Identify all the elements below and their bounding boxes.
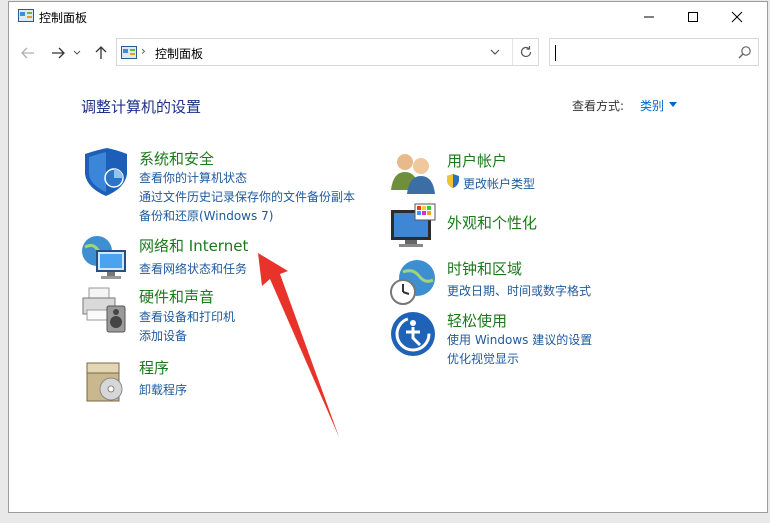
title-bar: 控制面板 [9, 2, 767, 32]
category-system-security: 系统和安全 查看你的计算机状态 通过文件历史记录保存你的文件备份副本 备份和还原… [81, 148, 401, 228]
view-by-label: 查看方式: [572, 99, 625, 113]
back-button[interactable] [19, 44, 37, 62]
category-title-network-internet[interactable]: 网络和 Internet [139, 235, 248, 256]
category-programs: 程序 卸载程序 [81, 357, 401, 407]
view-by-dropdown[interactable]: 类别 [640, 97, 664, 114]
category-title-programs[interactable]: 程序 [139, 357, 169, 378]
window-title: 控制面板 [39, 11, 88, 25]
recent-locations-button[interactable] [72, 44, 82, 62]
search-icon[interactable] [738, 45, 752, 59]
navigation-bar: › 控制面板 [9, 36, 767, 68]
control-panel-icon [18, 9, 34, 22]
up-arrow-icon [95, 46, 107, 59]
close-icon [731, 11, 743, 23]
link-backup-restore[interactable]: 备份和还原(Windows 7) [139, 207, 273, 224]
breadcrumb-chevron-icon[interactable]: › [141, 44, 146, 58]
chevron-down-icon [490, 49, 500, 55]
category-appearance-personalization: 外观和个性化 [389, 202, 729, 252]
text-caret [555, 45, 556, 61]
search-input[interactable] [549, 38, 759, 66]
uac-shield-icon [447, 174, 459, 188]
shield-icon[interactable] [81, 148, 129, 196]
category-title-system-security[interactable]: 系统和安全 [139, 148, 214, 169]
link-file-history-backup[interactable]: 通过文件历史记录保存你的文件备份副本 [139, 188, 355, 205]
network-globe-icon[interactable] [81, 235, 129, 283]
link-change-date-time-format[interactable]: 更改日期、时间或数字格式 [447, 282, 591, 299]
clock-globe-icon[interactable] [389, 258, 437, 306]
control-panel-window: 控制面板 › 控制面板 调整计算机的设置 查看方式: 类别 系统和安全 查看你的… [8, 1, 768, 513]
link-recommended-settings[interactable]: 使用 Windows 建议的设置 [447, 331, 592, 348]
category-user-accounts: 用户帐户 更改帐户类型 [389, 150, 729, 195]
forward-arrow-icon [52, 47, 65, 59]
back-arrow-icon [21, 47, 34, 59]
monitor-palette-icon[interactable] [389, 202, 437, 250]
address-dropdown-button[interactable] [484, 39, 506, 65]
link-view-computer-status[interactable]: 查看你的计算机状态 [139, 169, 247, 186]
up-button[interactable] [92, 44, 110, 62]
refresh-icon [520, 46, 532, 58]
chevron-down-icon [73, 50, 81, 55]
link-change-account-type[interactable]: 更改帐户类型 [463, 175, 535, 192]
category-network-internet: 网络和 Internet 查看网络状态和任务 [81, 235, 401, 285]
category-title-appearance-personalization[interactable]: 外观和个性化 [447, 212, 537, 233]
category-title-hardware-sound[interactable]: 硬件和声音 [139, 286, 214, 307]
forward-button[interactable] [49, 44, 67, 62]
address-bar[interactable]: › 控制面板 [116, 38, 539, 66]
ease-of-access-icon[interactable] [389, 310, 437, 358]
link-network-status-tasks[interactable]: 查看网络状态和任务 [139, 260, 247, 277]
category-title-clock-region[interactable]: 时钟和区域 [447, 258, 522, 279]
category-ease-of-access: 轻松使用 使用 Windows 建议的设置 优化视觉显示 [389, 310, 729, 366]
page-title: 调整计算机的设置 [81, 98, 202, 116]
programs-icon[interactable] [81, 357, 129, 405]
chevron-down-icon[interactable] [669, 102, 677, 107]
category-title-user-accounts[interactable]: 用户帐户 [447, 150, 507, 171]
category-clock-region: 时钟和区域 更改日期、时间或数字格式 [389, 258, 729, 306]
control-panel-icon [121, 46, 137, 59]
link-add-device[interactable]: 添加设备 [139, 327, 187, 344]
link-uninstall-program[interactable]: 卸载程序 [139, 381, 187, 398]
link-devices-printers[interactable]: 查看设备和打印机 [139, 308, 235, 325]
refresh-button[interactable] [512, 39, 539, 65]
breadcrumb-control-panel[interactable]: 控制面板 [155, 45, 203, 62]
maximize-icon [688, 12, 698, 22]
minimize-button[interactable] [627, 2, 671, 32]
minimize-icon [644, 16, 654, 18]
category-title-ease-of-access[interactable]: 轻松使用 [447, 310, 507, 331]
maximize-button[interactable] [671, 2, 715, 32]
close-button[interactable] [715, 2, 759, 32]
printer-speaker-icon[interactable] [81, 286, 129, 334]
link-optimize-visual-display[interactable]: 优化视觉显示 [447, 350, 519, 367]
users-icon[interactable] [389, 150, 437, 198]
category-hardware-sound: 硬件和声音 查看设备和打印机 添加设备 [81, 286, 401, 346]
